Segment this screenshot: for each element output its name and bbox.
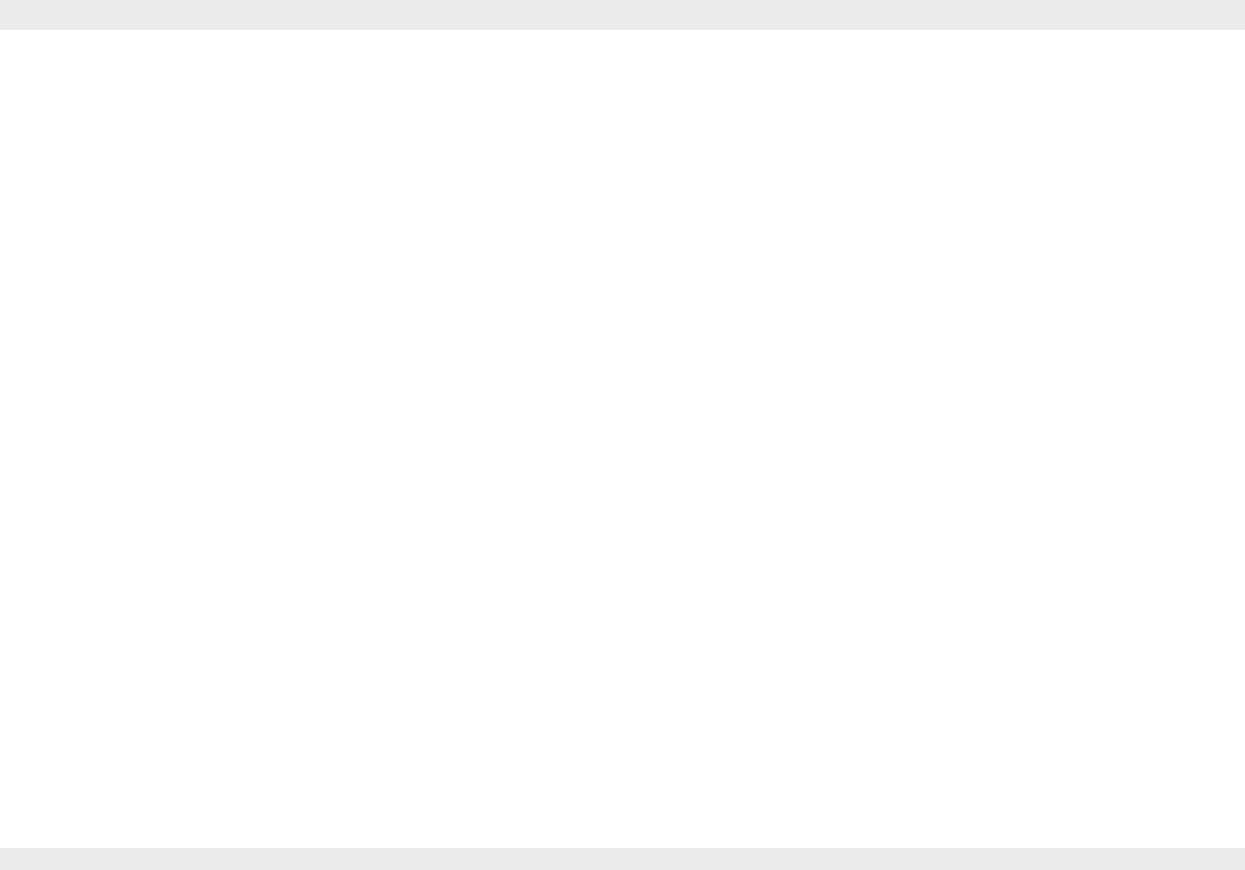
header-bar (0, 0, 1245, 30)
footer-bar (0, 848, 1245, 870)
qc-report-page: { "header": { "title": "2025-05-27: HAWK… (0, 0, 1245, 870)
